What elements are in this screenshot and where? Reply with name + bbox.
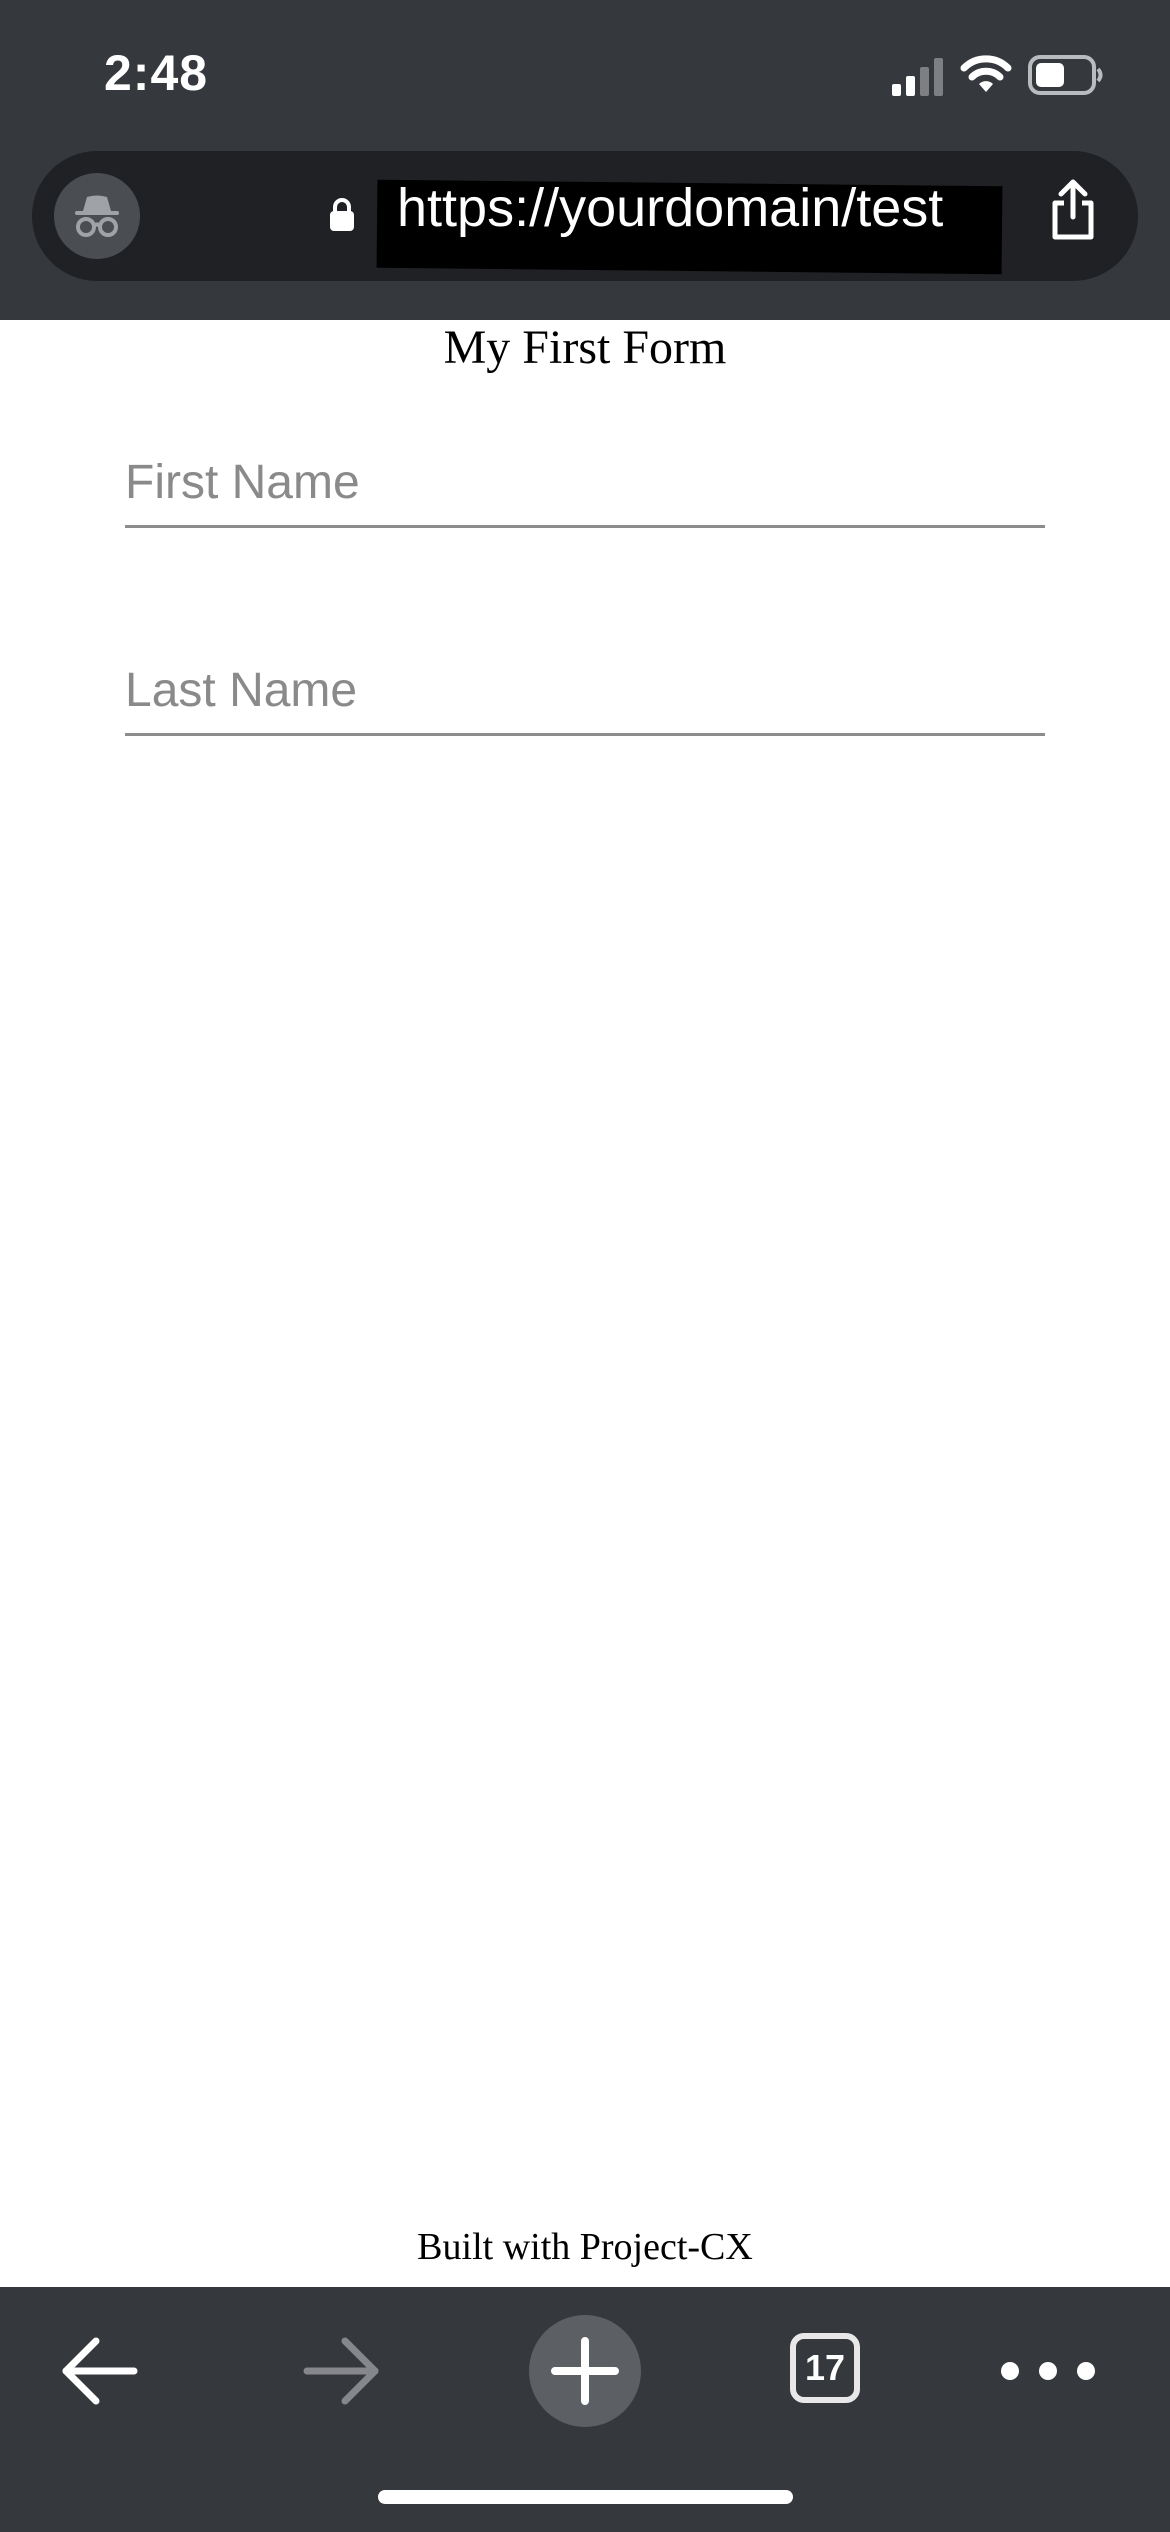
page-title: My First Form <box>443 321 727 374</box>
status-icons <box>892 50 1112 100</box>
status-time: 2:48 <box>104 45 209 101</box>
tab-switcher-button[interactable]: 17 <box>758 2301 898 2441</box>
signal-icon <box>892 58 943 96</box>
tab-switcher-icon: 17 <box>790 2333 860 2403</box>
forward-arrow-icon <box>303 2337 379 2405</box>
more-dots-icon <box>1001 2362 1095 2380</box>
back-button[interactable] <box>30 2301 170 2441</box>
plus-icon <box>551 2337 619 2405</box>
more-menu-button[interactable] <box>978 2301 1118 2441</box>
forward-button[interactable] <box>271 2301 411 2441</box>
incognito-button[interactable] <box>54 173 140 259</box>
back-arrow-icon <box>62 2337 138 2405</box>
browser-top-chrome: 2:48 https://yourdomain/test <box>0 0 1170 320</box>
incognito-icon <box>75 195 119 237</box>
last-name-input[interactable] <box>125 656 1045 736</box>
lock-icon <box>330 198 354 231</box>
url-text[interactable]: https://yourdomain/test <box>397 177 943 239</box>
first-name-input[interactable] <box>125 448 1045 528</box>
home-indicator[interactable] <box>378 2490 793 2504</box>
wifi-icon <box>960 55 1012 92</box>
new-tab-button[interactable] <box>515 2301 655 2441</box>
battery-icon <box>1028 55 1103 95</box>
share-icon[interactable] <box>1048 179 1098 243</box>
address-bar[interactable]: https://yourdomain/test <box>32 151 1138 281</box>
footer-credit: Built with Project-CX <box>417 2226 753 2268</box>
